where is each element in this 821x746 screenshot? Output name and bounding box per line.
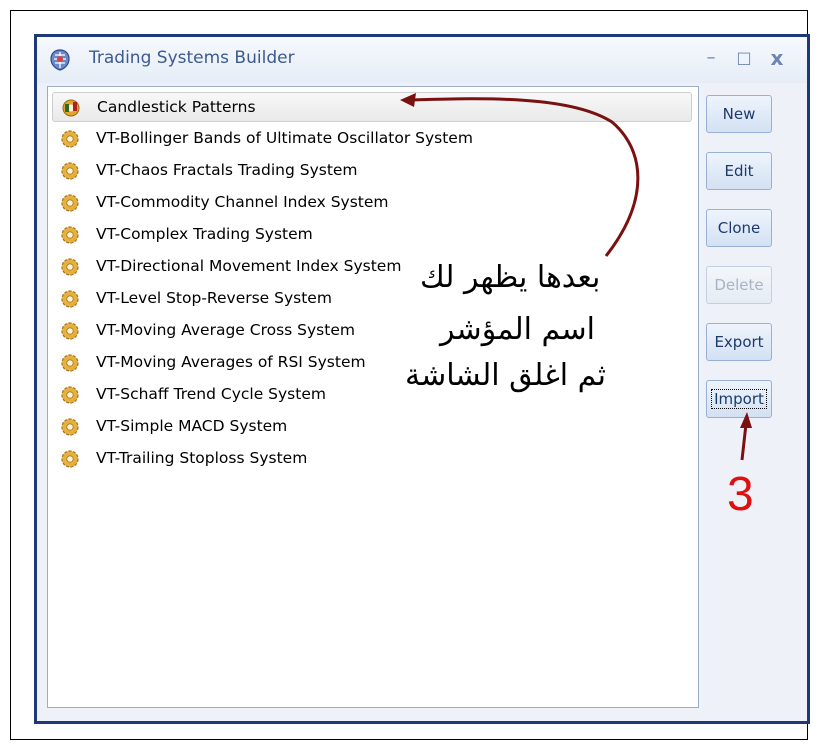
- list-item-label: VT-Schaff Trend Cycle System: [96, 385, 326, 403]
- list-item[interactable]: VT-Moving Average Cross System: [52, 316, 692, 346]
- edit-button[interactable]: Edit: [706, 152, 772, 190]
- list-item-label: VT-Chaos Fractals Trading System: [96, 161, 358, 179]
- export-button-label: Export: [714, 333, 764, 351]
- gear-icon: [61, 130, 79, 148]
- app-logo-icon: [50, 49, 70, 71]
- gear-icon: [61, 418, 79, 436]
- list-item-label: VT-Simple MACD System: [96, 417, 288, 435]
- gear-icon: [61, 354, 79, 372]
- export-button[interactable]: Export: [706, 323, 772, 361]
- list-item[interactable]: VT-Complex Trading System: [52, 220, 692, 250]
- list-item-label: VT-Commodity Channel Index System: [96, 193, 389, 211]
- list-item[interactable]: VT-Bollinger Bands of Ultimate Oscillato…: [52, 124, 692, 154]
- new-button[interactable]: New: [706, 95, 772, 133]
- list-item-label: VT-Complex Trading System: [96, 225, 313, 243]
- edit-button-label: Edit: [724, 162, 754, 180]
- gear-icon: [61, 226, 79, 244]
- gear-icon: [61, 450, 79, 468]
- gear-icon: [61, 322, 79, 340]
- list-item-label: VT-Moving Average Cross System: [96, 321, 355, 339]
- list-item-label: VT-Trailing Stoploss System: [96, 449, 308, 467]
- list-item[interactable]: VT-Trailing Stoploss System: [52, 444, 692, 474]
- delete-button-label: Delete: [714, 276, 764, 294]
- close-button[interactable]: x: [763, 43, 791, 73]
- systems-list[interactable]: Candlestick Patterns VT-Bollinger Bands …: [47, 86, 699, 708]
- annotation-line-3: ثم اغلق الشاشة: [405, 358, 606, 393]
- list-item-label: Candlestick Patterns: [97, 98, 256, 116]
- list-item-label: VT-Bollinger Bands of Ultimate Oscillato…: [96, 129, 473, 147]
- list-item-label: VT-Directional Movement Index System: [96, 257, 402, 275]
- list-item-candlestick-patterns[interactable]: Candlestick Patterns: [52, 92, 692, 122]
- gear-icon: [61, 258, 79, 276]
- clone-button-label: Clone: [717, 219, 761, 237]
- step-number: 3: [727, 468, 754, 521]
- gear-icon: [61, 386, 79, 404]
- gear-icon: [61, 194, 79, 212]
- maximize-button[interactable]: □: [730, 43, 758, 73]
- list-item[interactable]: VT-Simple MACD System: [52, 412, 692, 442]
- clone-button[interactable]: Clone: [706, 209, 772, 247]
- import-button-label: Import: [711, 389, 767, 409]
- annotation-line-2: اسم المؤشر: [440, 312, 595, 347]
- list-item-label: VT-Level Stop-Reverse System: [96, 289, 332, 307]
- delete-button[interactable]: Delete: [706, 266, 772, 304]
- list-item[interactable]: VT-Chaos Fractals Trading System: [52, 156, 692, 186]
- gear-icon: [61, 162, 79, 180]
- list-item[interactable]: VT-Commodity Channel Index System: [52, 188, 692, 218]
- list-item-label: VT-Moving Averages of RSI System: [96, 353, 366, 371]
- title-bar[interactable]: Trading Systems Builder – □ x: [37, 37, 807, 83]
- gear-icon: [61, 290, 79, 308]
- import-button[interactable]: Import: [706, 380, 772, 418]
- candlestick-gear-icon: [62, 99, 80, 117]
- minimize-button[interactable]: –: [697, 43, 725, 73]
- window-title: Trading Systems Builder: [89, 48, 295, 68]
- new-button-label: New: [722, 105, 756, 123]
- annotation-line-1: بعدها يظهر لك: [420, 260, 601, 295]
